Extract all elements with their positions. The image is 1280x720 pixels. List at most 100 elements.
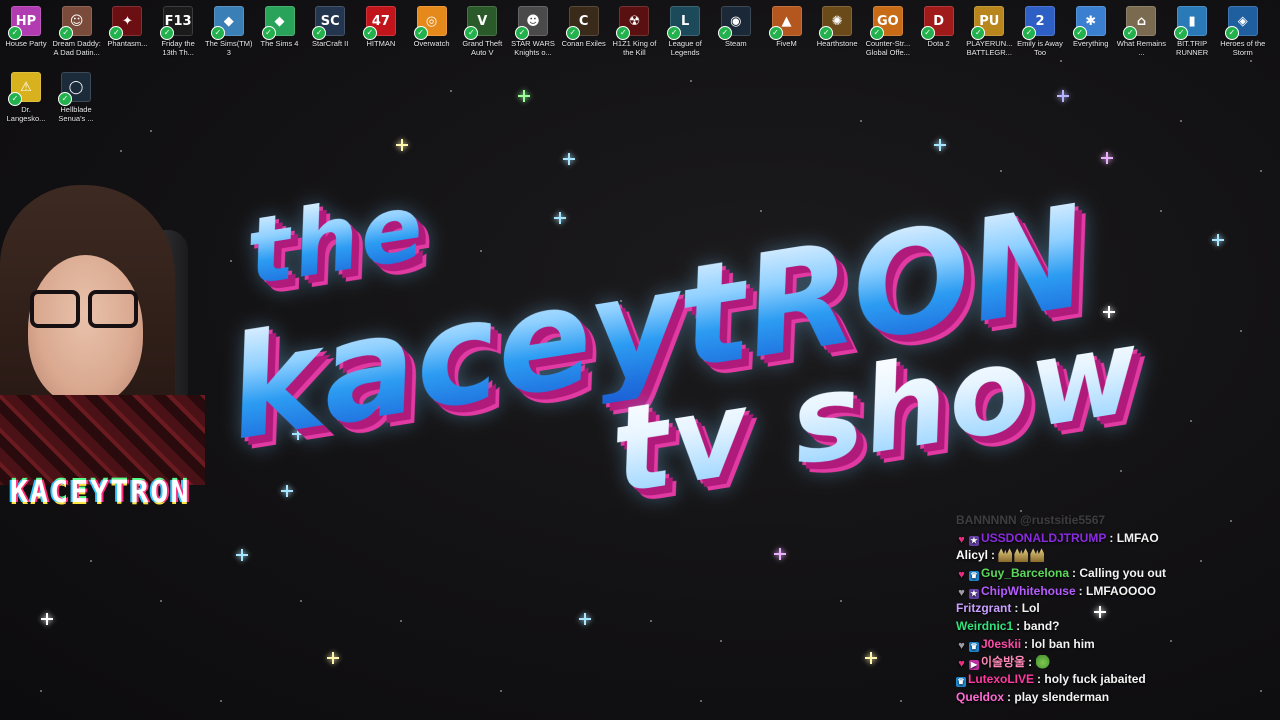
app-icon: GO ✓ (869, 6, 903, 40)
background-star-dot (300, 600, 302, 602)
chat-colon: : (991, 548, 999, 563)
desktop-icon[interactable]: D ✓ Dota 2 (914, 2, 964, 62)
chat-text: holy fuck jabaited (1044, 672, 1146, 687)
desktop-icon[interactable]: ☻ ✓ STAR WARS Knights o... (508, 2, 558, 62)
desktop-icon[interactable]: F13 ✓ Friday the 13th Th... (153, 2, 203, 62)
chat-text: BANNNNN @rustsitie5567 (956, 513, 1106, 527)
desktop-icon-label: What Remains ... (1116, 39, 1166, 57)
chat-username[interactable]: Queldox (956, 690, 1004, 704)
star-sparkle (1212, 234, 1224, 246)
glasses-right-lens (88, 290, 138, 328)
desktop-icon[interactable]: ☢ ✓ H1Z1 King of the Kill (609, 2, 659, 62)
desktop-icon[interactable]: L ✓ League of Legends (660, 2, 710, 62)
desktop-icon[interactable]: ⚠ ✓ Dr. Langesko... (1, 68, 51, 128)
prime-badge-icon: ♛ (969, 571, 979, 582)
app-glyph: C (578, 13, 589, 29)
desktop-icon[interactable]: ◎ ✓ Overwatch (407, 2, 457, 62)
chat-badges: ♥ ★ (956, 583, 981, 601)
sync-check-icon: ✓ (971, 26, 986, 40)
app-glyph: V (477, 13, 488, 29)
chat-username[interactable]: 이술방울 (981, 655, 1025, 669)
sync-check-icon: ✓ (717, 26, 732, 40)
subscriber-badge-icon: ★ (969, 535, 979, 546)
desktop-icon-label: League of Legends (668, 39, 702, 57)
chat-badges: ♥ ♛ (956, 565, 981, 583)
app-icon: 2 ✓ (1022, 6, 1055, 40)
desktop-icon[interactable]: SC ✓ StarCraft II (305, 2, 355, 62)
chat-username[interactable]: Fritzgrant (956, 601, 1011, 615)
app-glyph: 47 (371, 13, 390, 29)
desktop-icon[interactable]: ◯ ✓ Hellblade Senua's ... (51, 68, 101, 128)
chat-message: ♥ ♛ J0eskii: lol ban him (956, 636, 1276, 654)
sync-check-icon: ✓ (1123, 26, 1138, 40)
app-glyph: ☻ (526, 13, 540, 29)
star-sparkle (327, 652, 339, 664)
desktop-icon[interactable]: ▮ ✓ BIT.TRIP RUNNER (1167, 2, 1217, 62)
chat-message: Alicyl: (956, 547, 1276, 565)
background-star-dot (150, 130, 152, 132)
star-sparkle (774, 548, 786, 560)
plaid-shirt (0, 395, 205, 485)
background-star-dot (690, 80, 692, 82)
sync-check-icon: ✓ (819, 26, 834, 40)
desktop-icon[interactable]: ◆ ✓ The Sims(TM) 3 (204, 2, 254, 62)
chat-message: ♥ ▶ 이술방울: (956, 654, 1276, 672)
desktop-icon[interactable]: ✦ ✓ Phantasm... (102, 2, 152, 62)
background-star-dot (500, 690, 502, 692)
app-glyph: D (933, 13, 944, 29)
app-icon: ◈ ✓ (1224, 6, 1258, 40)
desktop-icon-label: Conan Exiles (561, 39, 606, 48)
turbo-badge-icon: ▶ (969, 659, 979, 670)
desktop-icon[interactable]: GO ✓ Counter-Str... Global Offe... (863, 2, 913, 62)
chat-badges: ♥ ★ (956, 530, 981, 548)
app-icon: ▲ ✓ (768, 6, 802, 40)
app-glyph: ⌂ (1136, 13, 1147, 29)
chat-colon: : (1078, 583, 1087, 598)
chat-text: LMFAO (1116, 530, 1159, 545)
heart-badge-icon: ♥ (958, 586, 965, 599)
chat-username[interactable]: J0eskii (981, 637, 1021, 651)
chat-username[interactable]: Alicyl (956, 548, 988, 562)
background-star-dot (1160, 210, 1162, 212)
app-glyph: ✦ (121, 13, 133, 29)
desktop-icon[interactable]: ◉ ✓ Steam (711, 2, 761, 62)
app-icon: ◯ ✓ (58, 72, 91, 106)
app-glyph: ◆ (274, 13, 285, 29)
app-icon: F13 ✓ (160, 6, 194, 40)
chat-message: ♛ LutexoLIVE: holy fuck jabaited (956, 671, 1276, 689)
stream-logo: the kaceytRON tv show (195, 30, 1170, 531)
desktop-icon[interactable]: C ✓ Conan Exiles (559, 2, 609, 62)
background-star-dot (1120, 470, 1122, 472)
star-sparkle (41, 613, 53, 625)
chat-username[interactable]: ChipWhitehouse (981, 584, 1076, 598)
chat-username[interactable]: Weirdnic1 (956, 619, 1013, 633)
desktop-icon[interactable]: V ✓ Grand Theft Auto V (457, 2, 507, 62)
background-star-dot (1180, 120, 1182, 122)
desktop-icon[interactable]: ◈ ✓ Heroes of the Storm (1218, 2, 1268, 62)
sync-check-icon: ✓ (768, 26, 783, 40)
app-icon: ◆ ✓ (261, 6, 295, 40)
sync-check-icon: ✓ (58, 26, 73, 40)
desktop-icon-label: Counter-Str... Global Offe... (865, 39, 911, 57)
sync-check-icon: ✓ (362, 26, 377, 40)
chat-username[interactable]: Guy_Barcelona (981, 566, 1069, 580)
desktop-icon[interactable]: ◆ ✓ The Sims 4 (255, 2, 305, 62)
chat-username[interactable]: LutexoLIVE (968, 672, 1034, 686)
desktop-icon[interactable]: ✺ ✓ Hearthstone (812, 2, 862, 62)
desktop-icon[interactable]: HP ✓ House Party (1, 2, 51, 62)
chat-username[interactable]: USSDONALDJTRUMP (981, 531, 1106, 545)
desktop-icon[interactable]: ☺ ✓ Dream Daddy: A Dad Datin... (52, 2, 102, 62)
desktop-icon-label: House Party (5, 39, 47, 48)
chat-text: LMFAOOOO (1086, 583, 1157, 598)
app-icon: PU ✓ (971, 6, 1005, 40)
background-star-dot (900, 700, 902, 702)
app-icon: SC ✓ (312, 6, 346, 40)
background-star-dot (1240, 330, 1242, 332)
sync-check-icon: ✓ (312, 26, 327, 40)
chat-badges: ♛ (956, 671, 968, 689)
desktop-icon[interactable]: 47 ✓ HITMAN (356, 2, 406, 62)
desktop-icon[interactable]: ▲ ✓ FiveM (762, 2, 812, 62)
desktop-icon[interactable]: ⌂ ✓ What Remains ... (1116, 2, 1166, 62)
chat-text: band? (1023, 619, 1060, 634)
chat-message: Weirdnic1: band? (956, 618, 1276, 636)
